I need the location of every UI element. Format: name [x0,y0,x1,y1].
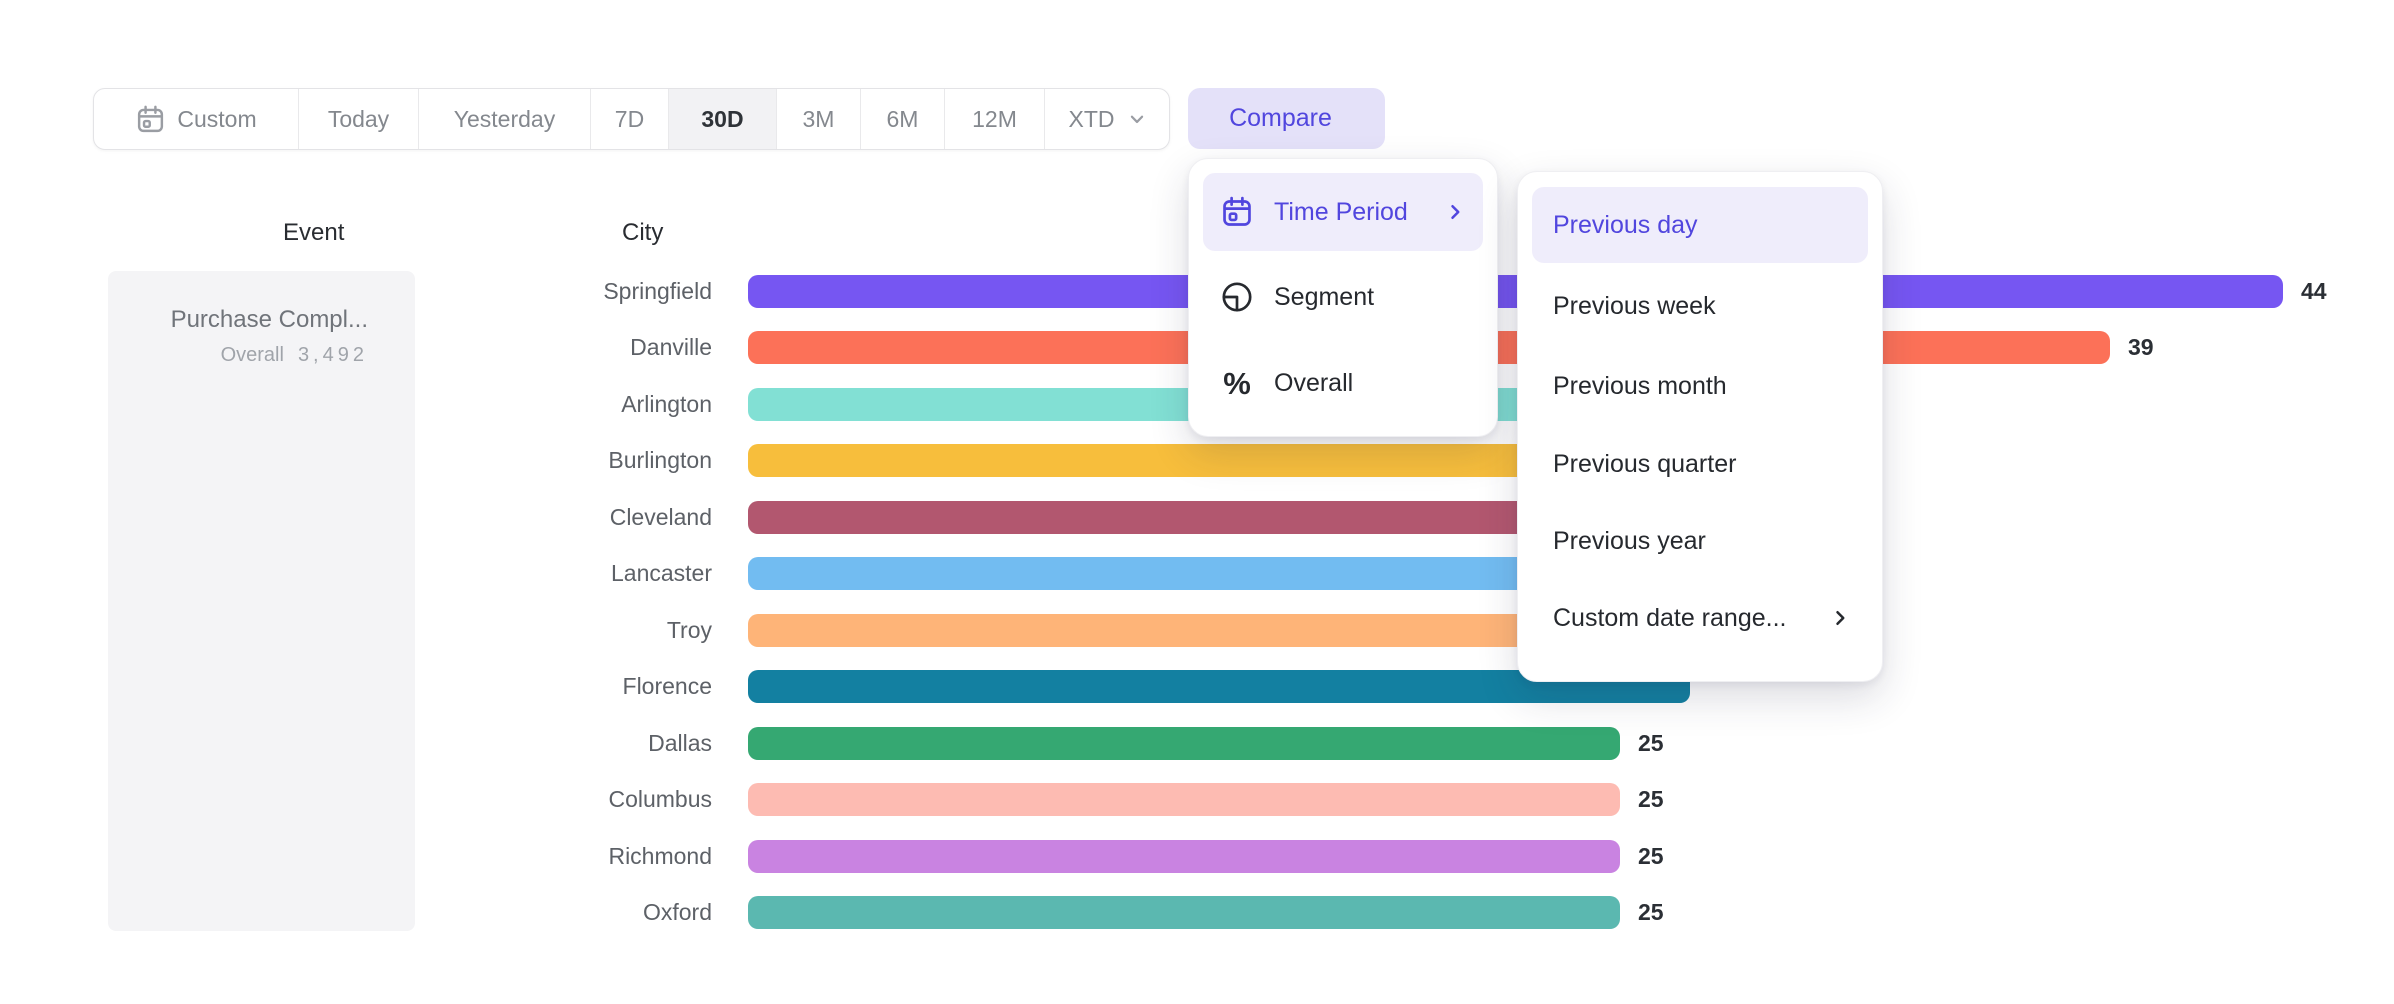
city-bar-dallas[interactable] [748,727,1620,760]
date-range-today-button[interactable]: Today [299,89,419,149]
city-label-oxford: Oxford [400,896,712,929]
bar-value-dallas: 25 [1638,727,1664,760]
date-range-button-label: Yesterday [454,106,555,133]
city-label-danville: Danville [400,331,712,364]
compare-button-label: Compare [1229,104,1332,133]
submenu-item-previous-month[interactable]: Previous month [1532,356,1868,416]
date-range-button-label: 6M [887,106,919,133]
compare-menu: Time Period Segment% Overall [1188,158,1498,437]
city-label-florence: Florence [400,670,712,703]
city-bar-columbus[interactable] [748,783,1620,816]
overall-label: Overall [221,344,284,366]
chevron-right-icon [1445,202,1465,222]
city-bar-richmond[interactable] [748,840,1620,873]
event-name: Purchase Compl... [108,305,368,335]
submenu-item-custom-date-range[interactable]: Custom date range... [1532,588,1868,648]
date-range-7d-button[interactable]: 7D [591,89,669,149]
city-bar-springfield[interactable] [748,275,2283,308]
time-period-submenu: Previous day Previous week Previous month P… [1517,171,1883,682]
date-range-toolbar: Custom Today Yesterday 7D 30D 3M 6M 12M XTD [93,88,1170,150]
bar-value-springfield: 44 [2301,275,2327,308]
date-range-button-label: 30D [701,106,743,133]
date-range-yesterday-button[interactable]: Yesterday [419,89,591,149]
date-range-xtd-button[interactable]: XTD [1045,89,1169,149]
event-column-label: Event [283,219,344,247]
submenu-item-label: Previous month [1553,372,1727,401]
date-range-3m-button[interactable]: 3M [777,89,861,149]
analytics-report-page: Custom Today Yesterday 7D 30D 3M 6M 12M XTD Comp… [0,0,2394,1004]
bar-value-oxford: 25 [1638,896,1664,929]
city-label-troy: Troy [400,614,712,647]
chevron-right-icon [1830,608,1850,628]
date-range-30d-button[interactable]: 30D [669,89,777,149]
menu-item-overall[interactable]: % Overall [1203,353,1483,413]
city-column-header[interactable]: City [622,216,673,250]
calendar-icon [135,104,166,135]
menu-item-label: Overall [1274,369,1353,398]
menu-item-time-period[interactable]: Time Period [1203,182,1483,242]
event-list-item[interactable]: Purchase Compl... Overall 3,492 [108,305,368,367]
city-label-arlington: Arlington [400,388,712,421]
date-range-button-label: 3M [803,106,835,133]
city-column-label: City [622,219,663,247]
bar-value-columbus: 25 [1638,783,1664,816]
bar-value-richmond: 25 [1638,840,1664,873]
date-range-button-label: XTD [1069,106,1115,133]
bar-value-danville: 39 [2128,331,2154,364]
city-label-springfield: Springfield [400,275,712,308]
compare-button[interactable]: Compare [1188,88,1385,149]
chevron-down-icon [1128,110,1146,128]
city-label-burlington: Burlington [400,444,712,477]
overall-value: 3,492 [298,344,368,366]
city-label-columbus: Columbus [400,783,712,816]
calendar-icon [1220,195,1254,229]
submenu-item-previous-year[interactable]: Previous year [1532,511,1868,571]
date-range-custom-button[interactable]: Custom [94,89,299,149]
submenu-item-previous-day[interactable]: Previous day [1532,195,1868,255]
city-label-cleveland: Cleveland [400,501,712,534]
submenu-item-label: Previous day [1553,211,1698,240]
date-range-button-label: Custom [177,106,256,133]
menu-item-label: Time Period [1274,198,1408,227]
city-label-lancaster: Lancaster [400,557,712,590]
segment-icon [1220,280,1254,314]
submenu-item-label: Custom date range... [1553,604,1786,633]
event-column-header[interactable]: Event [283,216,354,250]
date-range-button-label: 7D [615,106,644,133]
date-range-6m-button[interactable]: 6M [861,89,945,149]
submenu-item-label: Previous week [1553,292,1716,321]
city-bar-oxford[interactable] [748,896,1620,929]
submenu-item-label: Previous quarter [1553,450,1736,479]
date-range-button-label: 12M [972,106,1017,133]
event-panel: Purchase Compl... Overall 3,492 [108,271,415,931]
menu-item-label: Segment [1274,283,1374,312]
city-label-richmond: Richmond [400,840,712,873]
event-overall-row: Overall 3,492 [108,344,368,367]
percent-icon: % [1220,368,1254,399]
date-range-12m-button[interactable]: 12M [945,89,1045,149]
submenu-item-previous-week[interactable]: Previous week [1532,276,1868,336]
menu-item-segment[interactable]: Segment [1203,267,1483,327]
submenu-item-label: Previous year [1553,527,1706,556]
city-label-dallas: Dallas [400,727,712,760]
date-range-button-label: Today [328,106,389,133]
submenu-item-previous-quarter[interactable]: Previous quarter [1532,434,1868,494]
